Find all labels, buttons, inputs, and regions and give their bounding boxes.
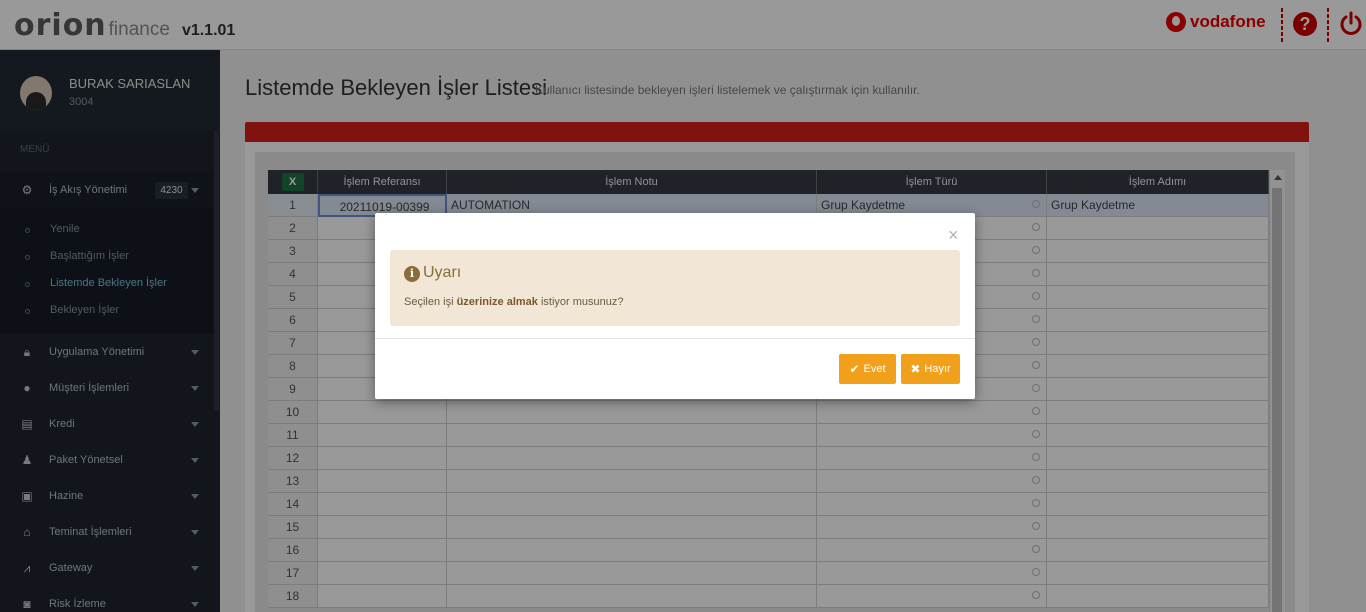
no-button-label: Hayır — [924, 363, 951, 375]
alert-message: Seçilen işi üzerinize almak istiyor musu… — [404, 296, 624, 308]
yes-button-label: Evet — [863, 363, 886, 375]
no-button[interactable]: ✖ Hayır — [901, 354, 960, 384]
divider — [375, 338, 975, 339]
alert-message-bold: üzerinize almak — [456, 296, 538, 308]
alert-message-pre: Seçilen işi — [404, 296, 457, 308]
alert-message-post: istiyor musunuz? — [537, 296, 624, 308]
close-icon[interactable]: × — [948, 226, 959, 244]
confirm-dialog: × i Uyarı Seçilen işi üzerinize almak is… — [375, 213, 975, 399]
times-icon: ✖ — [910, 362, 921, 376]
warning-alert: i Uyarı Seçilen işi üzerinize almak isti… — [390, 250, 960, 326]
alert-title: Uyarı — [423, 264, 462, 281]
yes-button[interactable]: ✔ Evet — [839, 354, 896, 384]
check-icon: ✔ — [849, 362, 860, 376]
info-icon: i — [404, 266, 420, 282]
